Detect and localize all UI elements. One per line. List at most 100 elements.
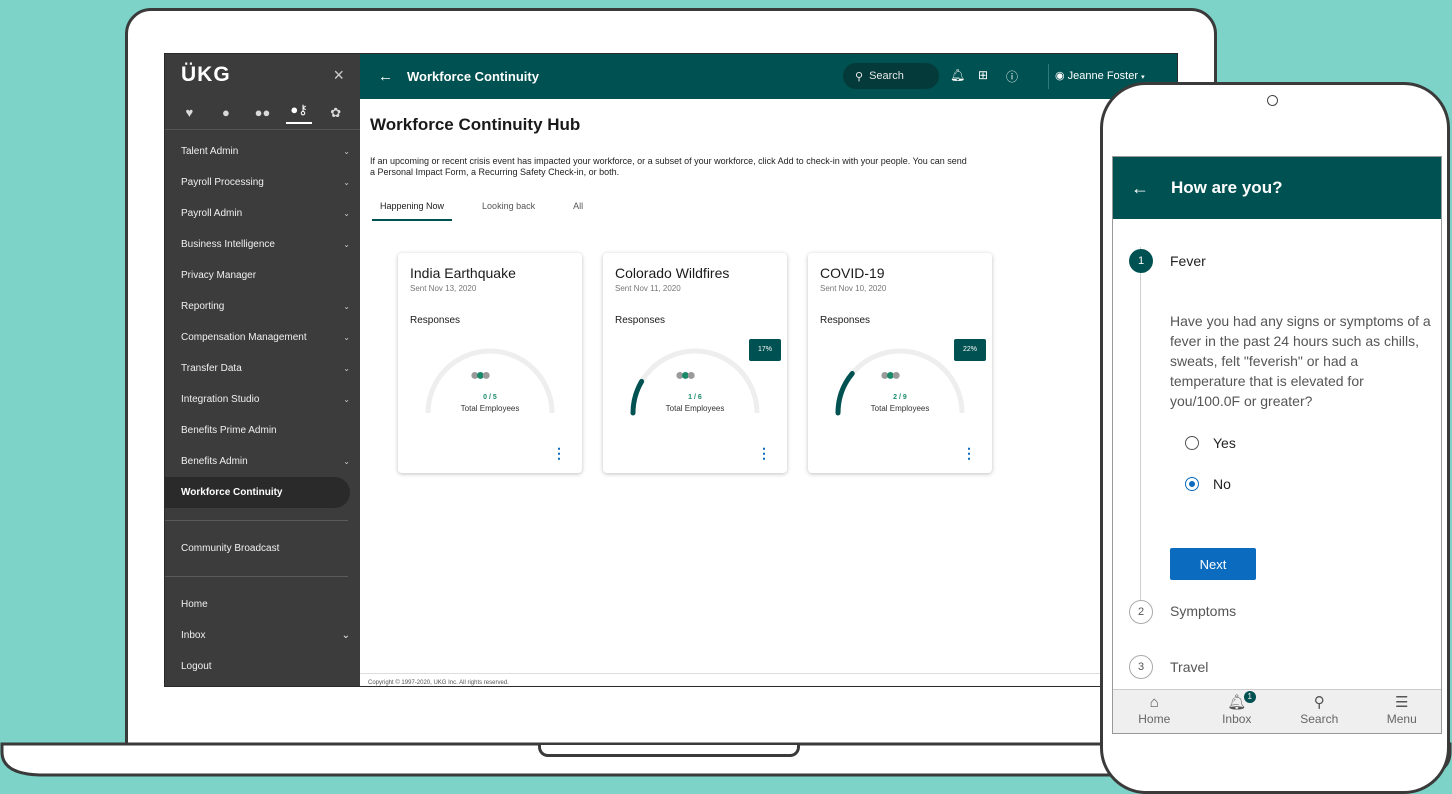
- footer-copyright: Copyright © 1997-2020, UKG Inc. All righ…: [368, 680, 509, 686]
- back-arrow-icon[interactable]: ←: [378, 68, 393, 85]
- event-card[interactable]: India Earthquake Sent Nov 13, 2020 Respo…: [398, 253, 582, 473]
- nav-menu[interactable]: ☰ Menu: [1362, 690, 1441, 733]
- user-name: Jeanne Foster: [1067, 70, 1138, 82]
- tab-all[interactable]: All: [565, 201, 591, 221]
- search-icon: ⚲: [1313, 694, 1325, 711]
- chevron-down-icon: ⌄: [343, 240, 350, 249]
- step-3-label[interactable]: Travel: [1170, 659, 1208, 675]
- person-icon[interactable]: ●: [213, 105, 239, 120]
- next-button[interactable]: Next: [1170, 548, 1256, 580]
- chevron-down-icon: ⌄: [341, 630, 350, 641]
- gear-icon[interactable]: ✿: [323, 105, 349, 121]
- tab-happening-now[interactable]: Happening Now: [372, 201, 453, 221]
- more-options-icon[interactable]: ⋮: [757, 445, 771, 462]
- step-2-label[interactable]: Symptoms: [1170, 603, 1236, 619]
- chevron-down-icon: ⌄: [343, 364, 350, 373]
- chevron-down-icon: ⌄: [343, 457, 350, 466]
- search-label: Search: [869, 70, 904, 82]
- topbar-divider: [1048, 64, 1049, 89]
- user-menu[interactable]: ◉ Jeanne Foster ▾: [1055, 69, 1145, 82]
- more-options-icon[interactable]: ⋮: [962, 445, 976, 462]
- sidebar-item-transfer-data[interactable]: Transfer Data ⌄: [165, 353, 360, 384]
- phone-speaker: [1267, 95, 1278, 106]
- sidebar-item-benefits-admin[interactable]: Benefits Admin ⌄: [165, 446, 360, 477]
- responses-label: Responses: [820, 315, 871, 326]
- tab-bar: Happening Now Looking back All: [372, 201, 613, 221]
- inbox-badge: 1: [1243, 691, 1256, 703]
- back-arrow-icon[interactable]: ←: [1131, 178, 1149, 199]
- caret-down-icon: ▾: [1141, 74, 1145, 81]
- total-employees-label: Total Employees: [460, 404, 520, 413]
- event-sent-date: Sent Nov 10, 2020: [820, 284, 887, 293]
- total-employees-label: Total Employees: [870, 404, 930, 413]
- sidebar-item-community-broadcast[interactable]: Community Broadcast: [165, 533, 360, 564]
- chevron-down-icon: ⌄: [343, 147, 350, 156]
- nav-search[interactable]: ⚲ Search: [1279, 690, 1359, 733]
- sidebar: ÜKG × ♥ ● ●● ●⚷ ✿ Talent Admin ⌄ Payroll P…: [165, 54, 360, 686]
- people-icon[interactable]: ●●: [249, 105, 275, 120]
- sidebar-item-reporting[interactable]: Reporting ⌄: [165, 291, 360, 322]
- search-button[interactable]: ⚲ Search: [843, 63, 939, 89]
- sidebar-item-payroll-processing[interactable]: Payroll Processing ⌄: [165, 167, 360, 198]
- sidebar-item-payroll-admin[interactable]: Payroll Admin ⌄: [165, 198, 360, 229]
- bottom-nav-bar: ⌂ Home 🔔︎ 1 Inbox ⚲ Search ☰ Menu: [1113, 689, 1441, 733]
- sidebar-item-inbox[interactable]: Inbox ⌄: [165, 620, 360, 651]
- responses-label: Responses: [615, 315, 666, 326]
- sidebar-item-workforce-continuity[interactable]: Workforce Continuity: [165, 477, 350, 508]
- tab-looking-back[interactable]: Looking back: [474, 201, 543, 221]
- page-description: If an upcoming or recent crisis event ha…: [370, 156, 967, 177]
- event-card[interactable]: COVID-19 Sent Nov 10, 2020 Responses 22%…: [808, 253, 992, 473]
- sidebar-item-talent-admin[interactable]: Talent Admin ⌄: [165, 136, 360, 167]
- phone-header: ← How are you?: [1113, 157, 1441, 219]
- admin-icon[interactable]: ●⚷: [286, 102, 313, 124]
- responses-label: Responses: [410, 315, 461, 326]
- search-icon: ⚲: [855, 70, 864, 83]
- nav-home[interactable]: ⌂ Home: [1114, 690, 1194, 733]
- close-icon[interactable]: ×: [333, 65, 344, 86]
- home-icon: ⌂: [1149, 694, 1159, 711]
- page-header-title: Workforce Continuity: [407, 69, 539, 84]
- account-icon: ◉: [1055, 70, 1065, 82]
- radio-button[interactable]: [1185, 436, 1199, 450]
- step-1-label: Fever: [1170, 253, 1206, 269]
- nav-inbox[interactable]: 🔔︎ 1 Inbox: [1197, 690, 1277, 733]
- sidebar-item-logout[interactable]: Logout: [165, 651, 360, 682]
- chevron-down-icon: ⌄: [343, 302, 350, 311]
- percent-badge: 22%: [954, 339, 986, 361]
- radio-button-selected[interactable]: [1185, 477, 1199, 491]
- sidebar-item-compensation-management[interactable]: Compensation Management ⌄: [165, 322, 360, 353]
- step-3-number: 3: [1129, 655, 1153, 679]
- chevron-down-icon: ⌄: [343, 178, 350, 187]
- phone-screen: ← How are you? 1 Fever Have you had any …: [1112, 156, 1442, 734]
- stepper-line: [1140, 247, 1141, 617]
- help-icon[interactable]: ⓘ: [1006, 68, 1018, 85]
- more-options-icon[interactable]: ⋮: [552, 445, 566, 462]
- response-count: 0 / 5: [483, 394, 497, 401]
- step-2-number: 2: [1129, 600, 1153, 624]
- sidebar-divider: [165, 576, 348, 577]
- option-no[interactable]: No: [1185, 476, 1231, 492]
- desktop-screen: ÜKG × ♥ ● ●● ●⚷ ✿ Talent Admin ⌄ Payroll P…: [164, 53, 1178, 687]
- event-title: COVID-19: [820, 265, 885, 281]
- sidebar-item-business-intelligence[interactable]: Business Intelligence ⌄: [165, 229, 360, 260]
- sidebar-item-benefits-prime-admin[interactable]: Benefits Prime Admin: [165, 415, 360, 446]
- option-yes[interactable]: Yes: [1185, 435, 1236, 451]
- step-1-number: 1: [1129, 249, 1153, 273]
- menu-icon: ☰: [1395, 694, 1409, 711]
- sidebar-item-integration-studio[interactable]: Integration Studio ⌄: [165, 384, 360, 415]
- sidebar-nav: Talent Admin ⌄ Payroll Processing ⌄ Payroll …: [165, 136, 360, 508]
- ukg-logo: ÜKG: [181, 63, 231, 86]
- event-sent-date: Sent Nov 13, 2020: [410, 284, 477, 293]
- total-employees-label: Total Employees: [665, 404, 725, 413]
- feedback-icon[interactable]: ⊞: [978, 68, 988, 82]
- sidebar-item-home[interactable]: Home: [165, 589, 360, 620]
- bell-icon[interactable]: 🔔︎: [950, 68, 965, 82]
- main-content: Workforce Continuity Hub If an upcoming …: [360, 99, 1177, 686]
- chevron-down-icon: ⌄: [343, 333, 350, 342]
- response-count: 2 / 9: [893, 394, 907, 401]
- event-card[interactable]: Colorado Wildfires Sent Nov 11, 2020 Res…: [603, 253, 787, 473]
- employees-icon: ●●●: [470, 367, 491, 384]
- heart-icon[interactable]: ♥: [176, 105, 202, 120]
- sidebar-divider: [165, 520, 348, 521]
- sidebar-item-privacy-manager[interactable]: Privacy Manager: [165, 260, 360, 291]
